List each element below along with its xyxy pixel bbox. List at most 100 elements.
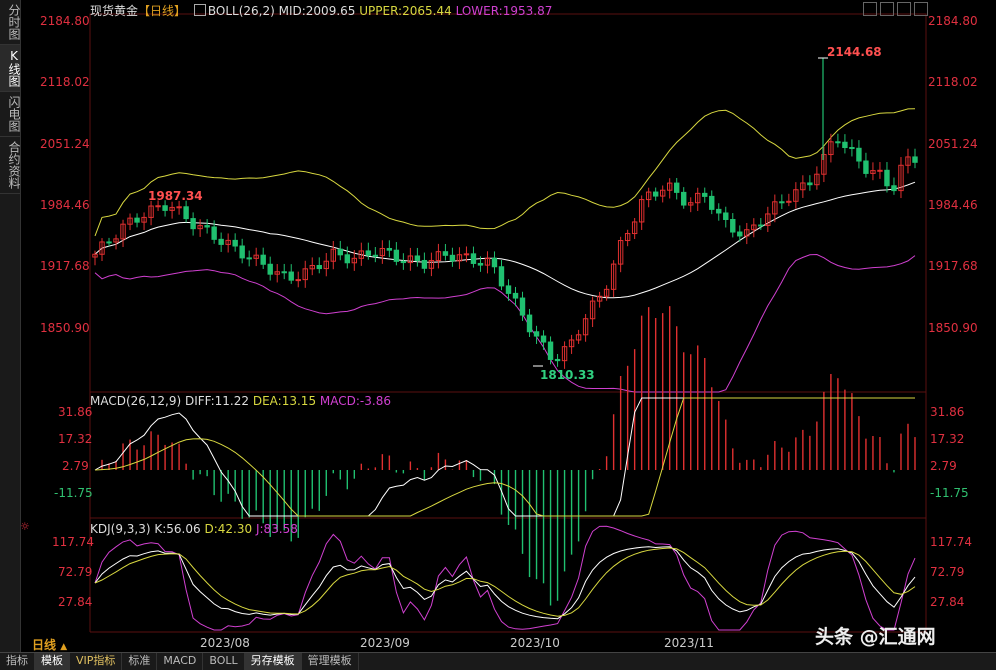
- candle-body: [758, 224, 764, 227]
- price-axis-right-1: 2118.02: [928, 75, 978, 89]
- bottom-tab-template[interactable]: 模板: [35, 653, 70, 670]
- macd-axis-left-3: -11.75: [54, 486, 93, 500]
- bottom-tab-standard[interactable]: 标准: [122, 653, 158, 670]
- zoom-out-icon[interactable]: [897, 2, 911, 16]
- candle-body: [134, 217, 140, 223]
- candle-body: [400, 260, 407, 264]
- macd-axis-right-2: 2.79: [930, 459, 957, 473]
- bottom-tab-boll[interactable]: BOLL: [203, 653, 245, 670]
- period-tag: 【日线】: [138, 4, 187, 18]
- candle-body: [414, 255, 421, 261]
- fullscreen-icon[interactable]: [863, 2, 877, 16]
- price-axis-right-0: 2184.80: [928, 14, 978, 28]
- kdj-title: KDJ(9,3,3): [90, 522, 151, 536]
- candle-body: [526, 314, 533, 333]
- candle-body: [155, 205, 161, 208]
- chart-header: 现货黄金【日线】 BOLL(26,2) MID:2009.65 UPPER:20…: [90, 2, 552, 19]
- macd-diff-value: DIFF:11.22: [184, 394, 250, 408]
- candle-body: [316, 264, 322, 270]
- main-panel-frame: [89, 13, 927, 393]
- candle-body: [344, 254, 351, 264]
- bottom-tab-vip-indicator[interactable]: VIP指标: [70, 653, 123, 670]
- high-price-annotation: 2144.68: [827, 45, 882, 59]
- candle-body: [386, 247, 393, 251]
- kdj-k-value: K:56.06: [154, 522, 201, 536]
- candle-body: [737, 231, 743, 237]
- boll-mid-value: MID:2009.65: [278, 4, 356, 18]
- candle-body: [856, 147, 862, 162]
- candle-body: [716, 208, 722, 214]
- candle-body: [547, 341, 554, 360]
- period-selector[interactable]: 日线 ▲: [32, 636, 67, 653]
- tab-kline[interactable]: K线图: [0, 45, 21, 92]
- local-high-annotation: 1987.34: [148, 189, 203, 203]
- candle-body: [863, 160, 869, 174]
- boll-indicator-name: BOLL(26,2): [207, 4, 275, 18]
- candle-body: [533, 331, 540, 337]
- candle-body: [372, 254, 379, 257]
- period-selector-label: 日线: [32, 638, 57, 652]
- macd-bar-value: MACD:-3.86: [319, 394, 391, 408]
- candle-body: [288, 271, 294, 281]
- period-dropdown-icon: ▲: [60, 642, 68, 652]
- macd-dea-value: DEA:13.15: [252, 394, 317, 408]
- kline-chart-svg[interactable]: [20, 0, 996, 652]
- candle-body: [281, 271, 287, 274]
- kdj-k-line: [94, 546, 916, 620]
- settings-icon[interactable]: [914, 2, 928, 16]
- candle-body: [512, 292, 519, 299]
- candle-body: [442, 251, 449, 256]
- candle-body: [176, 206, 182, 209]
- macd-axis-right-0: 31.86: [930, 405, 965, 419]
- zoom-in-icon[interactable]: [880, 2, 894, 16]
- candle-body: [204, 225, 210, 228]
- candle-body: [498, 266, 505, 287]
- date-label-sep: 2023/09: [360, 636, 410, 650]
- candle-body: [267, 263, 273, 275]
- bottom-tab-macd[interactable]: MACD: [157, 653, 204, 670]
- candle-body: [365, 250, 372, 256]
- bottom-tab-indicator[interactable]: 指标: [0, 653, 35, 670]
- candle-body: [912, 156, 918, 163]
- price-axis-left-2: 2051.24: [40, 137, 90, 151]
- candle-body: [849, 147, 855, 150]
- price-axis-left-3: 1984.46: [40, 198, 90, 212]
- macd-axis-left-2: 2.79: [62, 459, 89, 473]
- candle-body: [891, 185, 897, 192]
- chart-area[interactable]: 现货黄金【日线】 BOLL(26,2) MID:2009.65 UPPER:20…: [20, 0, 996, 652]
- tab-lightning[interactable]: 闪电图: [0, 92, 21, 137]
- candle-body: [652, 191, 659, 197]
- candle-body: [884, 169, 890, 187]
- bottom-toolbar: 指标 模板 VIP指标 标准 MACD BOLL 另存模板 管理模板: [0, 652, 996, 670]
- tab-contract-info[interactable]: 合约资料: [0, 137, 21, 194]
- bottom-tab-save-template[interactable]: 另存模板: [244, 653, 302, 670]
- price-axis-right-2: 2051.24: [928, 137, 978, 151]
- kdj-axis-right-0: 117.74: [930, 535, 972, 549]
- candle-body: [505, 285, 512, 294]
- macd-axis-left-1: 17.32: [58, 432, 93, 446]
- price-axis-left-4: 1917.68: [40, 259, 90, 273]
- kdj-axis-left-1: 72.79: [58, 565, 93, 579]
- candle-body: [260, 254, 266, 265]
- kdj-axis-right-1: 72.79: [930, 565, 965, 579]
- macd-title: MACD(26,12,9): [90, 394, 182, 408]
- watermark: 头条 @汇通网: [815, 626, 936, 648]
- indicator-settings-icon[interactable]: [193, 4, 206, 16]
- low-price-annotation: 1810.33: [540, 368, 595, 382]
- kdj-j-line: [94, 525, 916, 631]
- price-axis-right-4: 1917.68: [928, 259, 978, 273]
- macd-diff-line: [94, 397, 915, 517]
- candle-body: [835, 141, 841, 144]
- macd-header: MACD(26,12,9) DIFF:11.22 DEA:13.15 MACD:…: [90, 394, 391, 408]
- price-axis-right-3: 1984.46: [928, 198, 978, 212]
- candle-body: [232, 239, 238, 247]
- candle-body: [211, 226, 217, 240]
- macd-axis-right-1: 17.32: [930, 432, 965, 446]
- bottom-tab-manage-template[interactable]: 管理模板: [302, 653, 359, 670]
- candle-body: [239, 245, 245, 259]
- symbol-name: 现货黄金: [90, 4, 139, 18]
- tab-timeshare[interactable]: 分时图: [0, 0, 21, 45]
- kdj-settings-icon[interactable]: ☼: [20, 520, 30, 533]
- candle-body: [540, 335, 547, 343]
- candle-body: [491, 257, 498, 268]
